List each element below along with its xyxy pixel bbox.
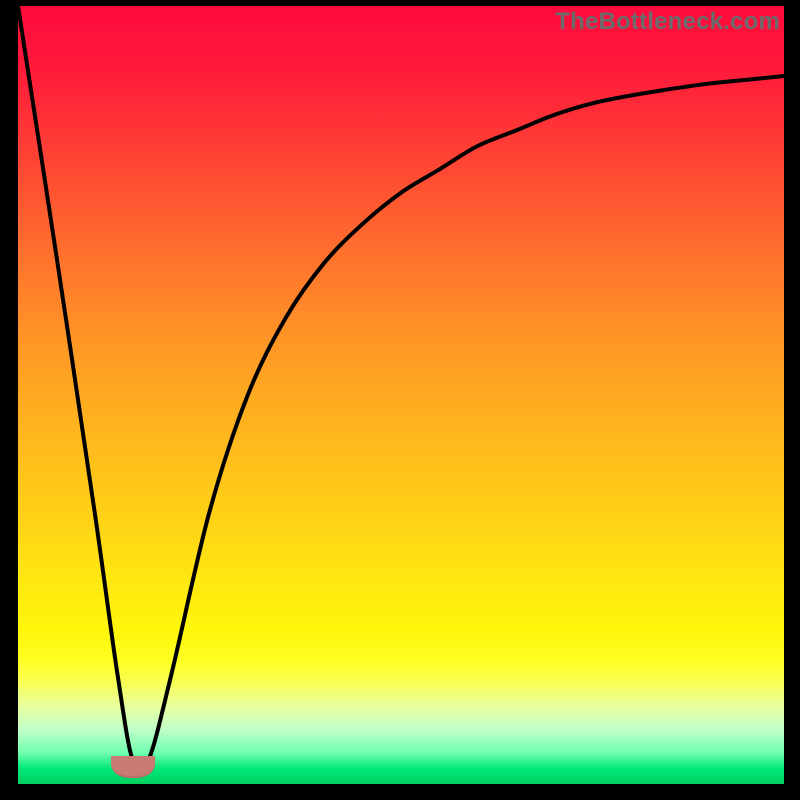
watermark-text: TheBottleneck.com <box>555 8 780 36</box>
chart-plot-area: TheBottleneck.com <box>18 6 784 784</box>
optimal-point-marker <box>111 756 155 778</box>
bottleneck-curve <box>18 6 784 784</box>
